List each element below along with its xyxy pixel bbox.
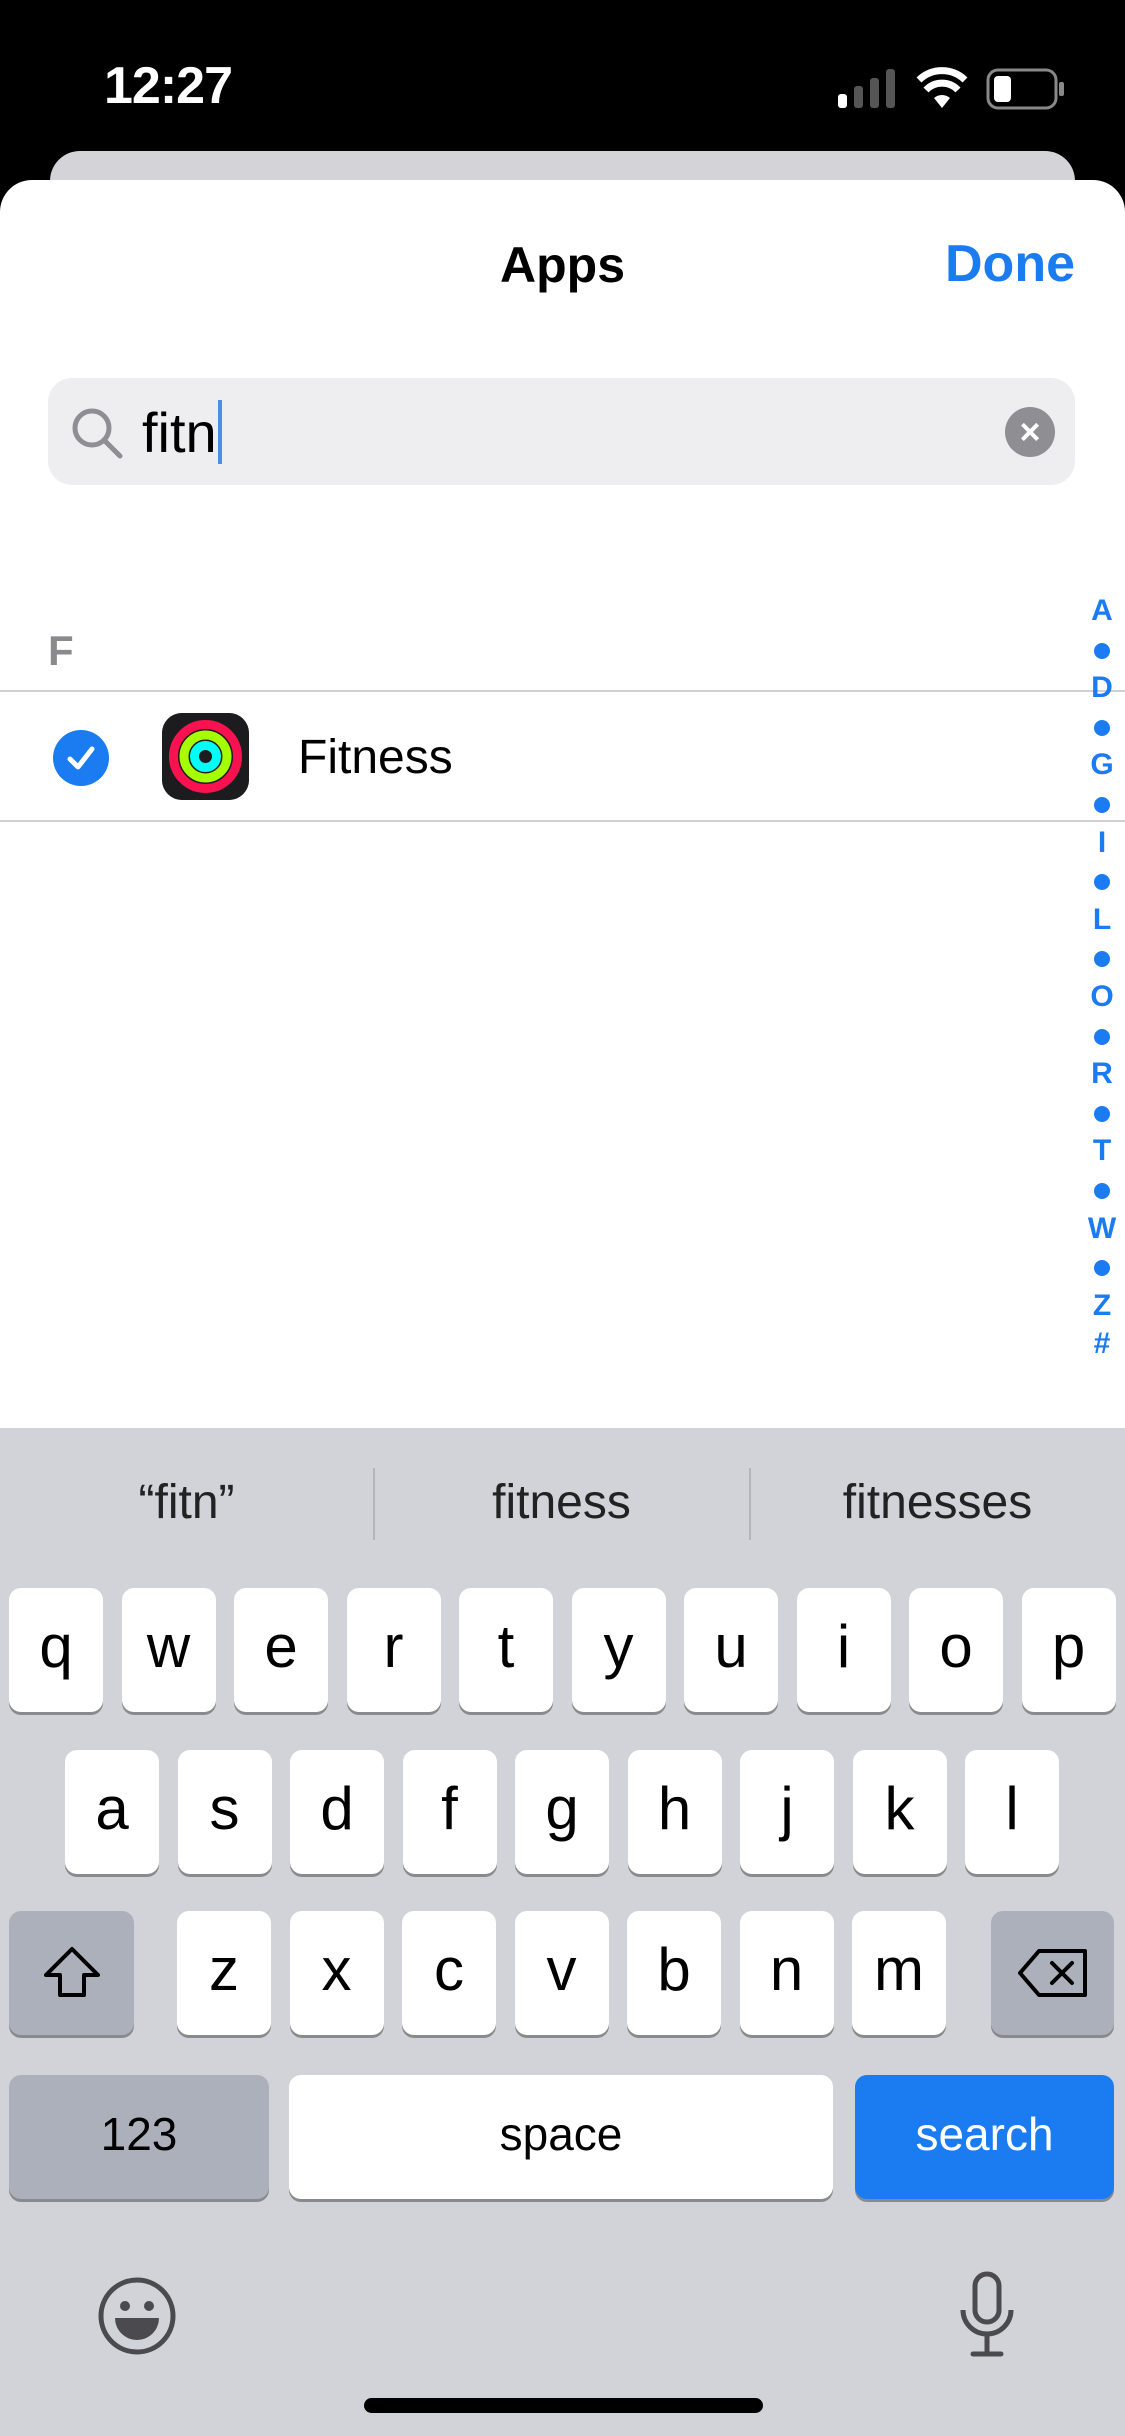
- clear-icon[interactable]: ×: [1005, 407, 1055, 457]
- key-j[interactable]: j: [740, 1750, 834, 1874]
- suggestion-2[interactable]: fitness: [375, 1475, 748, 1530]
- suggestion-3[interactable]: fitnesses: [751, 1475, 1124, 1530]
- key-v[interactable]: v: [514, 1911, 609, 2035]
- index-item[interactable]: R: [1082, 1055, 1122, 1094]
- search-input[interactable]: fitn: [142, 400, 222, 465]
- index-dot: [1094, 1028, 1110, 1045]
- text-caret: [217, 400, 222, 464]
- index-item[interactable]: [1082, 1094, 1122, 1133]
- divider: [0, 820, 1125, 822]
- index-item[interactable]: O: [1082, 978, 1122, 1017]
- key-t[interactable]: t: [459, 1588, 553, 1712]
- key-l[interactable]: l: [965, 1750, 1059, 1874]
- status-time: 12:27: [104, 57, 233, 115]
- key-e[interactable]: e: [234, 1588, 328, 1712]
- key-w[interactable]: w: [121, 1588, 216, 1712]
- search-key[interactable]: search: [855, 2075, 1114, 2199]
- index-dot: [1094, 797, 1110, 814]
- cellular-signal-icon: [838, 69, 895, 108]
- microphone-icon[interactable]: [957, 2270, 1017, 2360]
- wifi-icon: [916, 67, 968, 108]
- index-item[interactable]: #: [1082, 1325, 1122, 1364]
- key-y[interactable]: y: [571, 1588, 666, 1712]
- index-dot: [1094, 642, 1110, 659]
- index-item[interactable]: D: [1082, 669, 1122, 708]
- key-r[interactable]: r: [346, 1588, 441, 1712]
- key-m[interactable]: m: [852, 1911, 946, 2035]
- key-n[interactable]: n: [739, 1911, 834, 2035]
- key-b[interactable]: b: [627, 1911, 721, 2035]
- space-key[interactable]: space: [289, 2075, 833, 2199]
- delete-key[interactable]: [991, 1911, 1114, 2035]
- index-item[interactable]: G: [1082, 746, 1122, 785]
- index-item[interactable]: [1082, 939, 1122, 978]
- key-f[interactable]: f: [402, 1750, 497, 1874]
- index-dot: [1094, 719, 1110, 736]
- battery-icon: [986, 68, 1064, 110]
- key-a[interactable]: a: [65, 1750, 159, 1874]
- key-q[interactable]: q: [9, 1588, 103, 1712]
- search-icon: [72, 408, 123, 459]
- numbers-key[interactable]: 123: [9, 2075, 269, 2199]
- index-item[interactable]: [1082, 631, 1122, 670]
- index-item[interactable]: Z: [1082, 1287, 1122, 1326]
- search-value: fitn: [142, 401, 217, 464]
- key-h[interactable]: h: [627, 1750, 722, 1874]
- index-item[interactable]: [1082, 862, 1122, 901]
- done-button[interactable]: Done: [945, 234, 1075, 294]
- index-item[interactable]: W: [1082, 1210, 1122, 1249]
- index-item[interactable]: T: [1082, 1132, 1122, 1171]
- key-i[interactable]: i: [796, 1588, 891, 1712]
- index-dot: [1094, 1182, 1110, 1199]
- key-g[interactable]: g: [515, 1750, 609, 1874]
- key-u[interactable]: u: [684, 1588, 778, 1712]
- key-o[interactable]: o: [909, 1588, 1003, 1712]
- key-c[interactable]: c: [402, 1911, 496, 2035]
- shift-icon: [43, 1947, 100, 1997]
- index-dot: [1094, 1260, 1110, 1277]
- key-p[interactable]: p: [1021, 1588, 1116, 1712]
- index-item[interactable]: A: [1082, 592, 1122, 631]
- home-indicator[interactable]: [364, 2398, 763, 2413]
- suggestion-1[interactable]: “fitn”: [0, 1475, 373, 1530]
- section-header: F: [48, 627, 74, 674]
- key-d[interactable]: d: [290, 1750, 384, 1874]
- key-z[interactable]: z: [177, 1911, 271, 2035]
- key-s[interactable]: s: [177, 1750, 272, 1874]
- checkmark-icon[interactable]: [53, 730, 109, 786]
- index-dot: [1094, 874, 1110, 891]
- key-k[interactable]: k: [852, 1750, 947, 1874]
- index-item[interactable]: [1082, 708, 1122, 747]
- index-dot: [1094, 951, 1110, 968]
- index-item[interactable]: [1082, 1248, 1122, 1287]
- index-item[interactable]: [1082, 1017, 1122, 1056]
- index-dot: [1094, 1105, 1110, 1122]
- delete-icon: [1017, 1949, 1087, 1997]
- app-label: Fitness: [298, 731, 453, 784]
- index-item[interactable]: L: [1082, 901, 1122, 940]
- index-item[interactable]: [1082, 785, 1122, 824]
- emoji-icon[interactable]: [97, 2276, 177, 2356]
- key-x[interactable]: x: [289, 1911, 384, 2035]
- shift-key[interactable]: [9, 1911, 134, 2035]
- list-item[interactable]: [0, 692, 1060, 820]
- section-index[interactable]: A D G I L O R T W Z #: [1082, 592, 1122, 1364]
- fitness-rings-icon: [162, 713, 249, 800]
- index-item[interactable]: I: [1082, 824, 1122, 863]
- index-item[interactable]: [1082, 1171, 1122, 1210]
